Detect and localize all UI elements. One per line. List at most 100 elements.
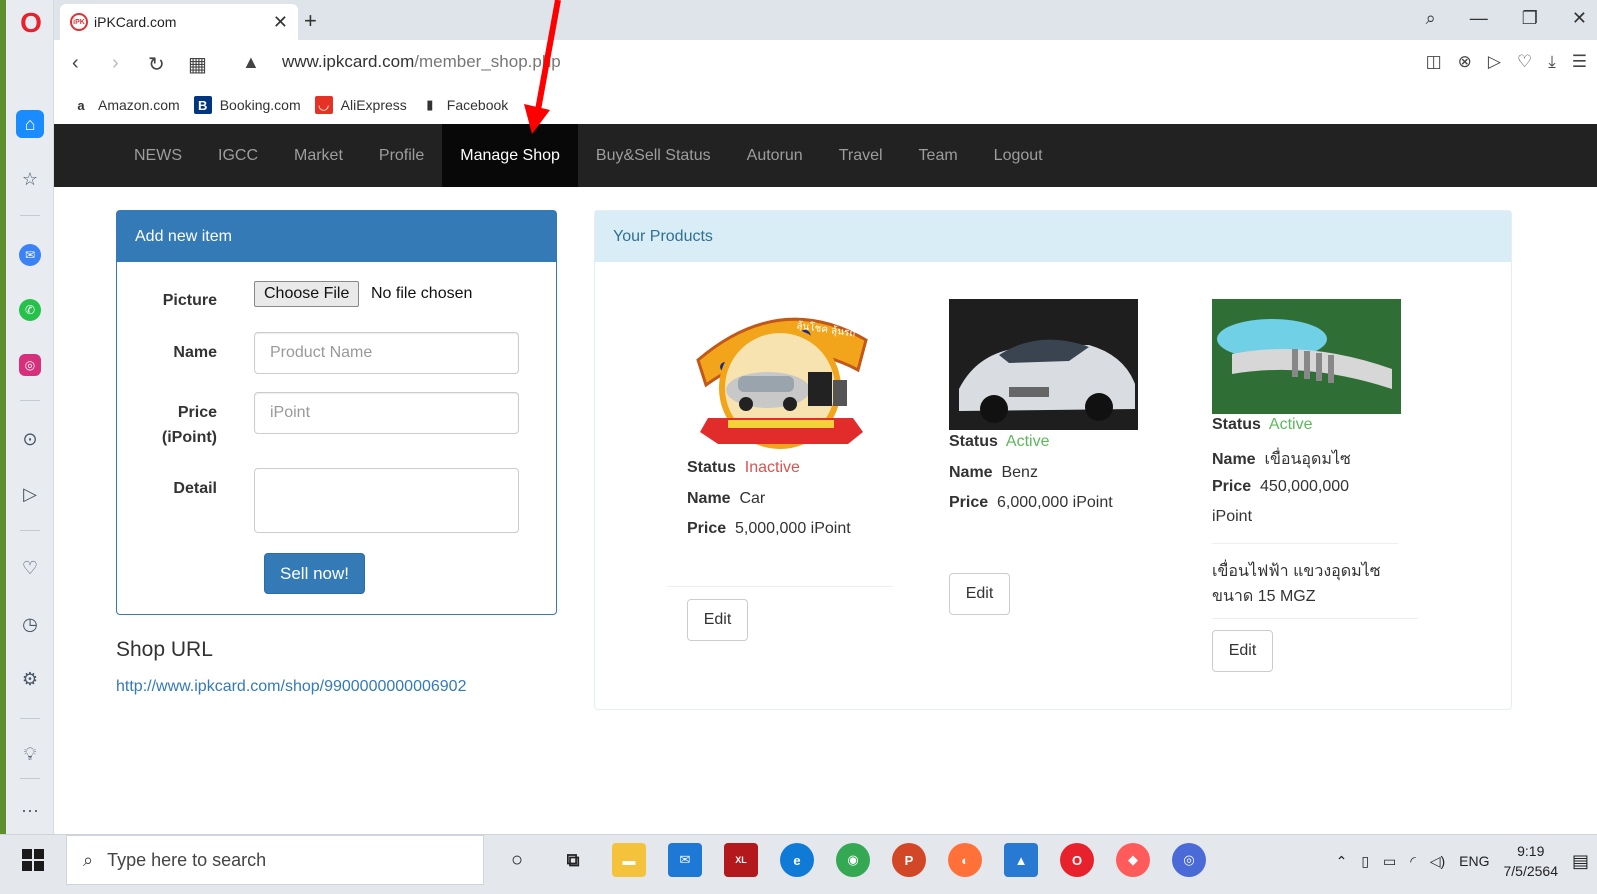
opera-logo-icon[interactable]: O xyxy=(18,8,44,38)
more-icon[interactable]: ··· xyxy=(16,796,44,824)
minimize-icon[interactable]: — xyxy=(1470,8,1488,29)
tab-search-icon[interactable]: ⌕ xyxy=(1426,8,1436,29)
price-label: Price xyxy=(177,404,217,421)
restore-icon[interactable]: ❐ xyxy=(1522,8,1538,29)
lightbulb-icon[interactable]: 💡︎ xyxy=(16,740,44,768)
forward-icon[interactable]: › xyxy=(112,52,119,75)
shop-url-title: Shop URL xyxy=(116,638,213,661)
amazon-icon: a xyxy=(77,97,85,113)
reload-icon[interactable]: ↻ xyxy=(148,52,165,77)
player-icon[interactable]: ⊙ xyxy=(16,425,44,453)
nav-market[interactable]: Market xyxy=(276,124,361,187)
detail-textarea[interactable] xyxy=(254,468,519,533)
download-icon[interactable]: ⤓ xyxy=(1548,52,1556,72)
booking-icon: B xyxy=(193,96,212,114)
price-unit-label: (iPoint) xyxy=(161,429,217,446)
nav-buy-sell-status[interactable]: Buy&Sell Status xyxy=(578,124,729,187)
nav-travel[interactable]: Travel xyxy=(821,124,901,187)
edit-dam-button[interactable]: Edit xyxy=(1212,630,1273,672)
window-controls: ⌕ — ❐ ✕ xyxy=(1426,8,1587,29)
sell-now-button[interactable]: Sell now! xyxy=(264,553,365,594)
firefox-icon[interactable]: ◐ xyxy=(948,843,982,877)
nav-manage-shop[interactable]: Manage Shop xyxy=(442,124,578,187)
history-icon[interactable]: ◷ xyxy=(16,610,44,638)
divider xyxy=(667,586,893,587)
product-name: Car xyxy=(739,490,766,507)
battery-icon[interactable]: ▭ xyxy=(1383,853,1396,870)
opera-taskbar-icon[interactable]: O xyxy=(1060,843,1094,877)
tab-title: iPKCard.com xyxy=(94,14,177,30)
tablet-icon[interactable]: ▯ xyxy=(1361,853,1369,870)
cortana-icon[interactable]: ○ xyxy=(500,843,534,877)
edge-icon[interactable]: e xyxy=(780,843,814,877)
heart-icon[interactable]: ♡ xyxy=(16,554,44,582)
add-item-panel: Add new item Picture Choose File No file… xyxy=(116,210,557,615)
windows-start-icon[interactable] xyxy=(22,849,44,871)
file-explorer-icon[interactable]: ▬ xyxy=(612,843,646,877)
adblock-icon[interactable]: ⊗ xyxy=(1458,52,1472,72)
url-domain: www.ipkcard.com xyxy=(282,52,415,71)
sidebar-divider xyxy=(20,718,40,719)
messenger-icon[interactable]: ✉ xyxy=(19,244,41,266)
site-navbar: NEWS IGCC Market Profile Manage Shop Buy… xyxy=(54,124,1597,187)
bookmark-aliexpress[interactable]: ◡ AliExpress xyxy=(314,96,407,114)
browser-tab[interactable]: iPK iPKCard.com ✕ xyxy=(60,4,298,40)
flame-app-icon[interactable]: ◆ xyxy=(1116,843,1150,877)
taskbar-apps: ○ ⧉ ▬ ✉ XL e ◉ P ◐ ▲ O ◆ ◎ xyxy=(500,843,1206,877)
close-window-icon[interactable]: ✕ xyxy=(1572,8,1587,29)
insecure-warning-icon[interactable]: ▲ xyxy=(242,52,260,73)
photos-icon[interactable]: ▲ xyxy=(1004,843,1038,877)
price-input[interactable]: iPoint xyxy=(254,392,519,434)
instagram-icon[interactable]: ◎ xyxy=(19,354,41,376)
easy-setup-icon[interactable]: ☰ xyxy=(1572,52,1587,72)
whatsapp-icon[interactable]: ✆ xyxy=(19,299,41,321)
choose-file-button[interactable]: Choose File xyxy=(254,281,360,307)
bookmark-amazon[interactable]: a Amazon.com xyxy=(72,96,179,114)
volume-icon[interactable]: ◁) xyxy=(1430,853,1445,870)
snapshot-icon[interactable]: ◫ xyxy=(1426,52,1442,72)
home-icon[interactable]: ⌂ xyxy=(16,110,44,138)
settings-gear-icon[interactable]: ⚙ xyxy=(16,665,44,693)
edit-benz-button[interactable]: Edit xyxy=(949,573,1010,615)
bookmark-heart-icon[interactable]: ♡ xyxy=(1517,52,1532,72)
mail-icon[interactable]: ✉ xyxy=(668,843,702,877)
language-indicator[interactable]: ENG xyxy=(1459,853,1489,869)
network-app-icon[interactable]: ◎ xyxy=(1172,843,1206,877)
nav-logout[interactable]: Logout xyxy=(976,124,1061,187)
speed-dial-icon[interactable]: ▦ xyxy=(188,52,207,77)
chrome-icon[interactable]: ◉ xyxy=(836,843,870,877)
clock[interactable]: 9:19 7/5/2564 xyxy=(1503,841,1558,881)
ipk-favicon-icon: iPK xyxy=(70,13,88,31)
excel-kt-icon[interactable]: XL xyxy=(724,843,758,877)
new-tab-icon[interactable]: + xyxy=(304,8,317,34)
notification-icon[interactable]: ▤ xyxy=(1572,851,1589,872)
bookmark-facebook[interactable]: ▮ Facebook xyxy=(421,96,508,114)
product-price: 450,000,000 xyxy=(1260,478,1350,495)
bookmark-booking[interactable]: B Booking.com xyxy=(193,96,301,114)
nav-autorun[interactable]: Autorun xyxy=(729,124,821,187)
edit-car-button[interactable]: Edit xyxy=(687,599,748,641)
send-icon[interactable]: ▷ xyxy=(16,480,44,508)
windows-taskbar: ⌕ Type here to search ○ ⧉ ▬ ✉ XL e ◉ P ◐… xyxy=(0,834,1597,894)
tab-close-icon[interactable]: ✕ xyxy=(273,12,288,33)
star-icon[interactable]: ☆ xyxy=(16,165,44,193)
nav-profile[interactable]: Profile xyxy=(361,124,442,187)
powerpoint-icon[interactable]: P xyxy=(892,843,926,877)
product-price: 6,000,000 iPoint xyxy=(997,494,1113,511)
nav-team[interactable]: Team xyxy=(901,124,976,187)
wifi-icon[interactable]: ◜ xyxy=(1410,853,1415,870)
url-field[interactable]: www.ipkcard.com/member_shop.php xyxy=(282,52,561,72)
back-icon[interactable]: ‹ xyxy=(72,52,79,75)
file-status: No file chosen xyxy=(371,285,473,302)
product-name-input[interactable]: Product Name xyxy=(254,332,519,374)
taskbar-search-input[interactable]: ⌕ Type here to search xyxy=(66,835,484,885)
shop-url-link[interactable]: http://www.ipkcard.com/shop/990000000000… xyxy=(116,678,466,696)
nav-news[interactable]: NEWS xyxy=(116,124,200,187)
nav-igcc[interactable]: IGCC xyxy=(200,124,276,187)
divider xyxy=(1212,543,1398,544)
flow-send-icon[interactable]: ▷ xyxy=(1488,52,1501,72)
status-badge: Active xyxy=(1005,433,1050,450)
chevron-up-icon[interactable]: ⌃ xyxy=(1336,853,1348,870)
address-actions: ◫ ⊗ ▷ ♡ ⤓ ☰ xyxy=(1426,52,1587,72)
task-view-icon[interactable]: ⧉ xyxy=(556,843,590,877)
